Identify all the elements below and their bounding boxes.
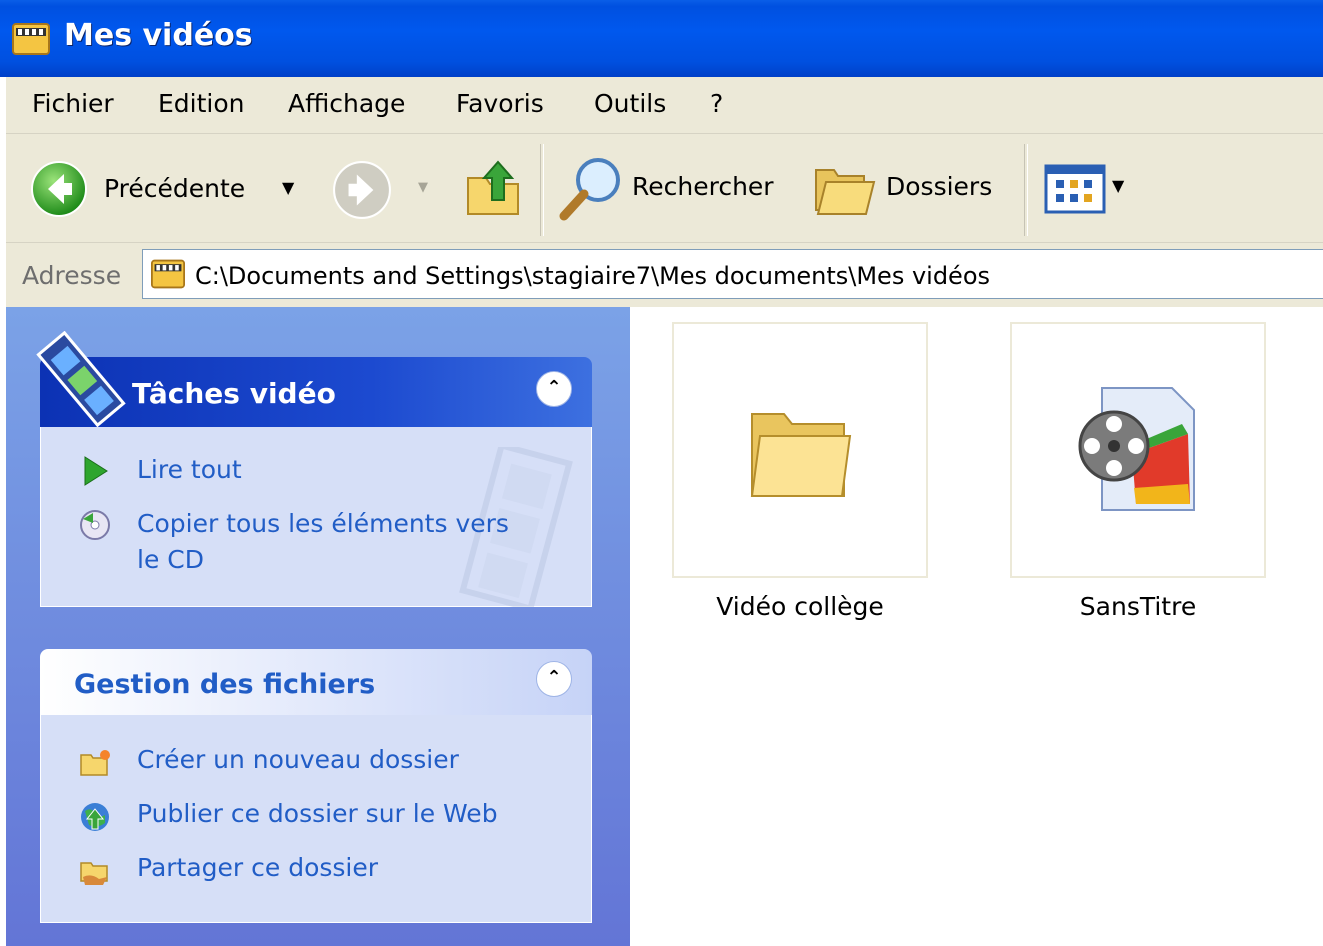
- views-dropdown-icon: ▼: [1112, 176, 1125, 195]
- views-icon: [1044, 164, 1106, 214]
- search-label: Rechercher: [632, 172, 774, 201]
- back-dropdown-icon[interactable]: ▼: [282, 178, 294, 197]
- address-bar: Adresse C:\Documents and Settings\stagia…: [6, 243, 1323, 307]
- folders-icon: [815, 169, 876, 215]
- back-label: Précédente: [104, 174, 246, 203]
- video-tasks-title: Tâches vidéo: [132, 377, 336, 410]
- chevron-up-icon: ⌃: [546, 377, 562, 398]
- title-bar[interactable]: Mes vidéos: [0, 0, 1323, 77]
- play-all-link[interactable]: Lire tout: [137, 455, 242, 484]
- video-tasks-panel: Lire tout Copier tous les éléments vers …: [40, 427, 592, 607]
- video-folder-icon: [151, 259, 185, 289]
- up-folder-icon[interactable]: [462, 156, 524, 220]
- address-input[interactable]: C:\Documents and Settings\stagiaire7\Mes…: [142, 249, 1323, 299]
- back-arrow-icon: [31, 161, 87, 217]
- toolbar: Précédente ▼ ▼ Rechercher Dossiers ▼: [6, 134, 1323, 243]
- share-folder-icon: [80, 862, 108, 885]
- folders-button[interactable]: Dossiers: [810, 152, 1020, 224]
- share-folder-link[interactable]: Partager ce dossier: [137, 853, 378, 882]
- toolbar-separator: [540, 144, 544, 236]
- menu-outils[interactable]: Outils: [594, 89, 666, 118]
- file-name[interactable]: Vidéo collège: [672, 592, 928, 621]
- new-folder-link[interactable]: Créer un nouveau dossier: [137, 745, 459, 774]
- menu-bar: Fichier Edition Affichage Favoris Outils…: [6, 77, 1323, 134]
- folders-label: Dossiers: [886, 172, 993, 201]
- file-name[interactable]: SansTitre: [1010, 592, 1266, 621]
- file-tasks-title: Gestion des fichiers: [74, 669, 376, 700]
- folder-icon: [750, 413, 852, 497]
- views-button[interactable]: ▼: [1042, 162, 1132, 214]
- file-tasks-header[interactable]: Gestion des fichiers ⌃: [40, 649, 592, 715]
- new-folder-icon: [80, 750, 110, 776]
- menu-affichage[interactable]: Affichage: [288, 89, 405, 118]
- copy-to-cd-link[interactable]: Copier tous les éléments vers: [137, 509, 509, 538]
- menu-help[interactable]: ?: [710, 89, 723, 118]
- menu-favoris[interactable]: Favoris: [456, 89, 544, 118]
- back-button[interactable]: Précédente ▼: [26, 158, 326, 218]
- file-item-video-college[interactable]: [672, 322, 928, 578]
- file-item-sanstitre[interactable]: [1010, 322, 1266, 578]
- cd-copy-icon: [80, 510, 110, 540]
- publish-web-link[interactable]: Publier ce dossier sur le Web: [137, 799, 498, 828]
- collapse-file-tasks-button[interactable]: ⌃: [536, 661, 572, 697]
- toolbar-separator: [1024, 144, 1028, 236]
- video-folder-icon: [12, 23, 50, 55]
- chevron-up-icon: ⌃: [546, 667, 562, 688]
- collapse-video-tasks-button[interactable]: ⌃: [536, 371, 572, 407]
- search-button[interactable]: Rechercher: [552, 152, 792, 224]
- search-icon: [559, 158, 620, 221]
- forward-dropdown-icon: ▼: [418, 180, 428, 195]
- file-tasks-panel: Créer un nouveau dossier Publier ce doss…: [40, 715, 592, 923]
- copy-to-cd-link-line2[interactable]: le CD: [137, 545, 204, 574]
- task-pane: Tâches vidéo ⌃ Lire tout Copier tous les…: [6, 307, 630, 946]
- video-file-icon: [1078, 387, 1195, 511]
- menu-fichier[interactable]: Fichier: [32, 89, 114, 118]
- window-title: Mes vidéos: [64, 18, 253, 53]
- play-icon: [84, 456, 108, 486]
- filmstrip-icon: [36, 331, 126, 427]
- menu-edition[interactable]: Edition: [158, 89, 245, 118]
- address-label: Adresse: [22, 261, 122, 290]
- publish-web-icon: [81, 803, 109, 831]
- forward-arrow-icon[interactable]: [332, 160, 392, 220]
- address-path: C:\Documents and Settings\stagiaire7\Mes…: [195, 262, 991, 290]
